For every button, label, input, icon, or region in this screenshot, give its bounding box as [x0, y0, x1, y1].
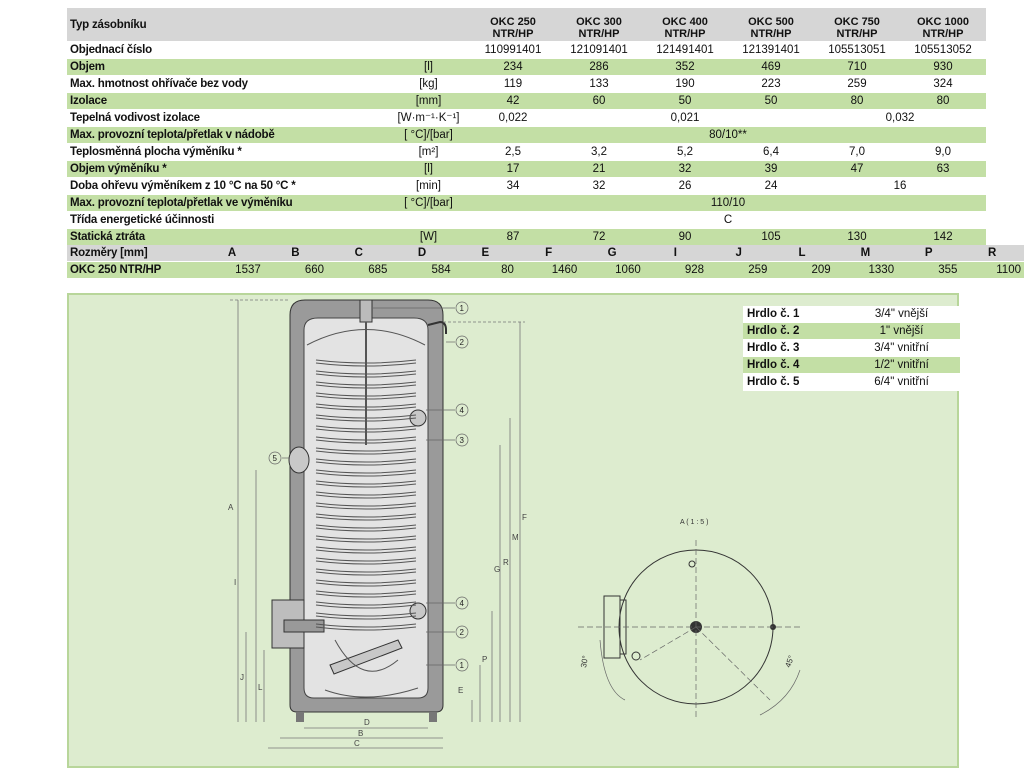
dim-letter-b: B	[358, 729, 363, 738]
tank-side-view	[271, 299, 447, 722]
dim-letter-f: F	[522, 513, 527, 522]
callout-2-bottom: 2	[460, 628, 465, 637]
tank-top-view: A ( 1 : 5 ) 30° 45°	[578, 519, 801, 720]
dim-letter-g: G	[494, 565, 500, 574]
angle-label-left: 30°	[579, 655, 590, 668]
callout-1-top: 1	[460, 304, 465, 313]
callout-5: 5	[273, 454, 278, 463]
dim-letter-m: M	[512, 533, 519, 542]
technical-drawing: A I J L G R M F D B C E P 1 2 4 3 4 2 1 …	[228, 299, 801, 749]
callout-4-top: 4	[460, 406, 465, 415]
callout-4-bottom: 4	[460, 599, 465, 608]
dim-letter-l: L	[258, 683, 263, 692]
dim-letter-a: A	[228, 503, 234, 512]
callout-1-bottom: 1	[460, 661, 465, 670]
dim-letter-j: J	[240, 673, 244, 682]
callout-3: 3	[460, 436, 465, 445]
dim-letter-c: C	[354, 739, 360, 748]
top-view-label: A ( 1 : 5 )	[680, 519, 708, 526]
dim-letter-d: D	[364, 718, 370, 727]
dim-letter-e: E	[458, 686, 463, 695]
dim-letter-p: P	[482, 655, 487, 664]
dim-letter-r: R	[503, 558, 509, 567]
dim-letter-i: I	[234, 578, 236, 587]
angle-label-right: 45°	[783, 654, 796, 668]
callout-2-top: 2	[460, 338, 465, 347]
